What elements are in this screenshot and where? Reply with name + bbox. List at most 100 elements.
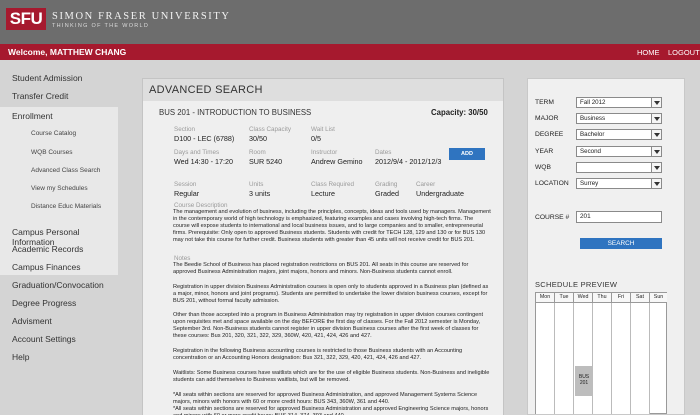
sidebar-item-advisment[interactable]: Advisment [12,316,52,326]
sidebar-subitem-course-catalog[interactable]: Course Catalog [31,130,76,137]
class-required-label: Class Required [311,181,355,188]
room-value: SUR 5240 [249,157,283,166]
location-value: Surrey [580,180,599,187]
dates-value: 2012/9/4 - 2012/12/3 [375,157,442,166]
sidebar-item-campus-finances[interactable]: Campus Finances [12,262,81,272]
note-paragraph: Registration in upper division Business … [173,284,489,304]
chevron-down-icon[interactable] [651,130,661,139]
top-header: SFU SIMON FRASER UNIVERSITY THINKING OF … [0,0,700,44]
units-value: 3 units [249,189,271,198]
description-label: Course Description [174,202,228,209]
class-capacity-label: Class Capacity [249,126,291,133]
university-tagline: THINKING OF THE WORLD [52,23,150,29]
degree-value: Bachelor [580,131,605,138]
chevron-down-icon[interactable] [651,114,661,123]
section-value: D100 - LEC (6788) [174,134,235,143]
course-number-label: COURSE # [535,214,570,221]
grading-value: Graded [375,189,399,198]
chevron-down-icon[interactable] [651,179,661,188]
career-value: Undergraduate [416,189,464,198]
chevron-down-icon[interactable] [651,98,661,107]
days-label: Days and Times [174,149,220,156]
search-filters-panel: TERM Fall 2012 MAJOR Business DEGREE Bac… [527,78,685,415]
sidebar-item-academic-records[interactable]: Academic Records [12,244,83,254]
add-course-button[interactable]: ADD [449,148,485,160]
day-column [593,303,612,414]
sidebar-item-transfer-credit[interactable]: Transfer Credit [12,91,68,101]
day-header: Tue [555,293,574,303]
welcome-text: Welcome, MATTHEW CHANG [8,47,127,57]
day-header: Wed [574,293,593,303]
degree-select[interactable]: Bachelor [576,129,662,140]
day-column [555,303,574,414]
day-column [574,303,593,414]
day-column [536,303,555,414]
note-paragraph: Registration in the following Business a… [173,348,463,361]
major-select[interactable]: Business [576,113,662,124]
location-label: LOCATION [535,180,569,187]
waitlist-label: Wait List [311,126,335,133]
wqb-label: WQB [535,164,551,171]
room-label: Room [249,149,266,156]
year-label: YEAR [535,148,554,155]
location-select[interactable]: Surrey [576,178,662,189]
advanced-search-panel: ADVANCED SEARCH BUS 201 - INTRODUCTION T… [142,78,504,415]
class-required-value: Lecture [311,189,335,198]
session-label: Session [174,181,197,188]
sidebar-subitem-view-schedules[interactable]: View my Schedules [31,185,88,192]
note-paragraph: Other than those accepted into a program… [173,312,483,339]
year-select[interactable]: Second [576,146,662,157]
term-label: TERM [535,99,554,106]
sidebar-item-graduation[interactable]: Graduation/Convocation [12,280,104,290]
sidebar-subitem-distance-educ[interactable]: Distance Educ Materials [31,203,101,210]
sidebar-subitem-wqb-courses[interactable]: WQB Courses [31,149,73,156]
sidebar-item-enrollment[interactable]: Enrollment [12,111,53,121]
note-paragraph: The Beedie School of Business has placed… [173,262,469,275]
day-header: Sat [631,293,650,303]
note-paragraph: *All seats within sections are reserved … [173,392,489,415]
day-header: Sun [650,293,667,303]
career-label: Career [416,181,436,188]
welcome-bar: Welcome, MATTHEW CHANG HOME LOGOUT [0,44,700,60]
term-select[interactable]: Fall 2012 [576,97,662,108]
day-column [631,303,650,414]
day-header: Thu [593,293,612,303]
sidebar-item-account-settings[interactable]: Account Settings [12,334,76,344]
major-label: MAJOR [535,115,559,122]
notes-label: Notes [174,255,191,262]
section-label: Section [174,126,196,133]
course-title: BUS 201 - INTRODUCTION TO BUSINESS [159,108,312,117]
capacity-summary: Capacity: 30/50 [431,108,488,117]
sidebar-subitem-advanced-class-search[interactable]: Advanced Class Search [31,167,100,174]
page-title: ADVANCED SEARCH [149,84,263,96]
waitlist-value: 0/5 [311,134,321,143]
sidebar-item-student-admission[interactable]: Student Admission [12,73,82,83]
units-label: Units [249,181,264,188]
degree-label: DEGREE [535,131,564,138]
course-result: BUS 201 - INTRODUCTION TO BUSINESS Capac… [143,101,503,415]
instructor-value: Andrew Gemino [311,157,363,166]
sidebar-item-help[interactable]: Help [12,352,29,362]
year-value: Second [580,148,601,155]
day-header: Mon [536,293,555,303]
chevron-down-icon[interactable] [651,147,661,156]
search-button[interactable]: SEARCH [580,238,662,249]
schedule-preview-grid: Mon Tue Wed Thu Fri Sat Sun BUS 201 [535,292,667,414]
sidebar-nav: Student Admission Transfer Credit Enroll… [0,60,118,415]
course-number-input[interactable]: 201 [576,211,662,223]
sidebar-item-degree-progress[interactable]: Degree Progress [12,298,76,308]
day-header: Fri [612,293,631,303]
sfu-logo[interactable]: SFU [6,8,46,30]
wqb-select[interactable] [576,162,662,173]
session-value: Regular [174,189,200,198]
schedule-block[interactable]: BUS 201 [575,366,593,396]
class-capacity-value: 30/50 [249,134,267,143]
schedule-preview-title: SCHEDULE PREVIEW [535,280,618,289]
logout-link[interactable]: LOGOUT [668,48,700,57]
term-value: Fall 2012 [580,99,606,106]
instructor-label: Instructor [311,149,338,156]
note-paragraph: Waitlists: Some Business courses have wa… [173,370,490,383]
home-link[interactable]: HOME [637,48,660,57]
chevron-down-icon[interactable] [651,163,661,172]
major-value: Business [580,115,606,122]
